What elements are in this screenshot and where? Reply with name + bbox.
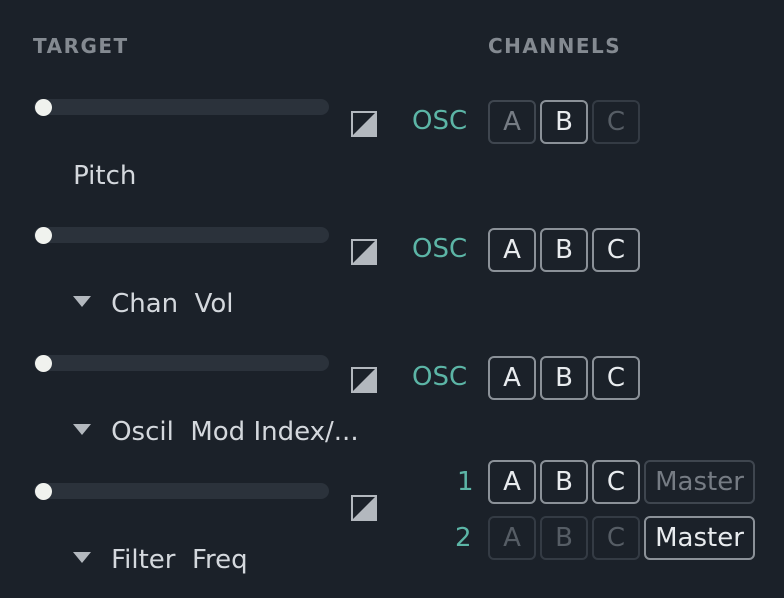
channel-a-button[interactable]: A	[488, 100, 536, 144]
filter-freq-slider[interactable]	[34, 482, 329, 500]
slider-thumb[interactable]	[35, 98, 52, 116]
chan-vol-slider[interactable]	[34, 226, 329, 244]
target-label-pitch[interactable]: Pitch	[40, 131, 136, 221]
channel-c-button[interactable]: C	[592, 356, 640, 400]
oscil-mod-index-slider[interactable]	[34, 354, 329, 372]
osc-label: OSC	[412, 362, 468, 392]
target-label-chan-vol[interactable]: Chan Vol	[40, 259, 234, 349]
channel-b-button[interactable]: B	[540, 228, 588, 272]
osc-label: OSC	[412, 106, 468, 136]
osc-label: OSC	[412, 234, 468, 264]
filter-1-channel-a-button[interactable]: A	[488, 460, 536, 504]
filter-1-channel-c-button[interactable]: C	[592, 460, 640, 504]
filter-1-master-button[interactable]: Master	[644, 460, 755, 504]
channel-a-button[interactable]: A	[488, 228, 536, 272]
slider-thumb[interactable]	[35, 226, 52, 244]
filter-2-channel-a-button[interactable]: A	[488, 516, 536, 560]
dropdown-triangle-icon[interactable]	[73, 552, 92, 563]
filter-1-channel-b-button[interactable]: B	[540, 460, 588, 504]
target-label-oscil-mod-index[interactable]: Oscil Mod Index/...	[40, 387, 359, 477]
curve-shape-icon[interactable]	[351, 111, 377, 137]
channel-c-button[interactable]: C	[592, 228, 640, 272]
channels-header: CHANNELS	[488, 34, 622, 58]
dropdown-triangle-icon[interactable]	[73, 424, 92, 435]
filter-1-label: 1	[457, 467, 474, 497]
dropdown-triangle-icon[interactable]	[73, 296, 92, 307]
filter-2-master-button[interactable]: Master	[644, 516, 755, 560]
curve-shape-icon[interactable]	[351, 495, 377, 521]
channel-a-button[interactable]: A	[488, 356, 536, 400]
channel-b-button[interactable]: B	[540, 100, 588, 144]
modulation-target-panel: TARGET CHANNELS Pitch OSC A B C Chan Vol…	[0, 0, 784, 598]
channel-c-button[interactable]: C	[592, 100, 640, 144]
slider-thumb[interactable]	[35, 482, 52, 500]
curve-shape-icon[interactable]	[351, 239, 377, 265]
target-header: TARGET	[33, 34, 129, 58]
pitch-slider[interactable]	[34, 98, 329, 116]
filter-2-label: 2	[455, 523, 472, 553]
channel-b-button[interactable]: B	[540, 356, 588, 400]
filter-2-channel-c-button[interactable]: C	[592, 516, 640, 560]
slider-thumb[interactable]	[35, 354, 52, 372]
target-label-filter-freq[interactable]: Filter Freq	[40, 515, 248, 598]
filter-2-channel-b-button[interactable]: B	[540, 516, 588, 560]
curve-shape-icon[interactable]	[351, 367, 377, 393]
